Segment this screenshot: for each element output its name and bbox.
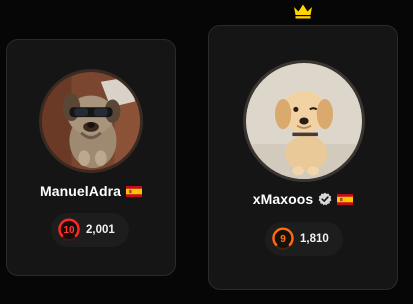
spain-flag-icon <box>126 185 143 197</box>
elo-value: 1,810 <box>300 233 329 245</box>
golden-puppy-photo <box>246 63 362 179</box>
dog-with-sunglasses-photo <box>42 72 140 170</box>
skill-level: 9 <box>280 233 286 245</box>
avatar[interactable] <box>243 60 365 182</box>
verified-badge-icon <box>318 192 332 206</box>
player-name-row: ManuelAdra <box>7 183 175 199</box>
elo-value: 2,001 <box>86 224 115 236</box>
player-card[interactable]: ManuelAdra 10 2,001 <box>6 39 176 276</box>
spain-flag-icon <box>337 193 354 205</box>
elo-pill: 10 2,001 <box>51 213 129 247</box>
elo-pill: 9 1,810 <box>265 222 343 256</box>
player-name-row: xMaxoos <box>209 191 397 207</box>
skill-level-badge: 10 <box>57 218 81 242</box>
skill-level: 10 <box>63 224 75 236</box>
crown-icon <box>294 4 312 19</box>
avatar[interactable] <box>39 69 143 173</box>
skill-level-badge: 9 <box>271 227 295 251</box>
player-name[interactable]: xMaxoos <box>253 191 314 207</box>
leaderboard-podium: ManuelAdra 10 2,001 xMaxoos 9 1,810 <box>0 0 413 304</box>
player-card-leader[interactable]: xMaxoos 9 1,810 <box>208 25 398 290</box>
player-name[interactable]: ManuelAdra <box>40 183 121 199</box>
